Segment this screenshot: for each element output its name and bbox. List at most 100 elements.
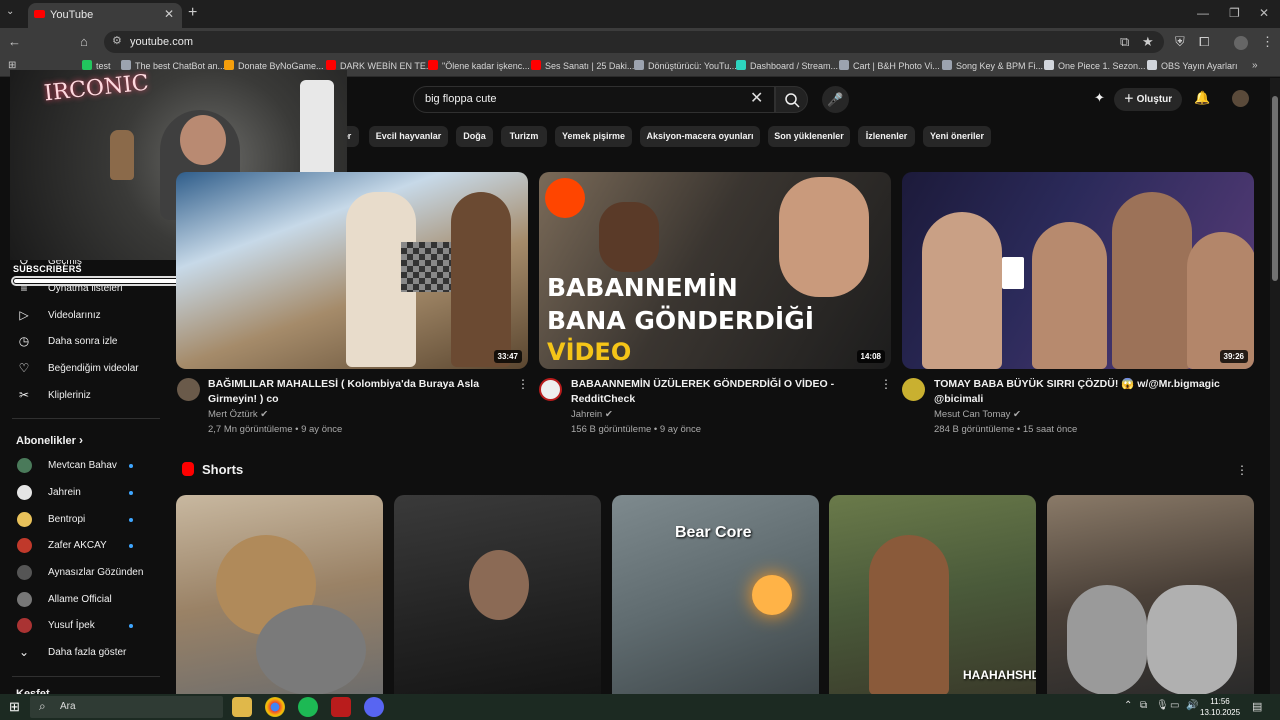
sidebar-item-clips[interactable]: ✂ Klipleriniz: [10, 384, 160, 408]
sidebar-item-liked-videos[interactable]: ♡ Beğendiğim videolar: [10, 357, 160, 381]
bookmark[interactable]: "Ölene kadar işkenc...: [428, 60, 530, 71]
bookmark[interactable]: Cart | B&H Photo Vi...: [839, 60, 940, 71]
more-actions-icon[interactable]: ⋮: [880, 377, 892, 391]
subscription-item[interactable]: Jahrein: [10, 481, 160, 505]
subscription-item[interactable]: Aynasızlar Gözünden: [10, 561, 160, 585]
chip-new-to-you[interactable]: Yeni öneriler: [923, 126, 991, 147]
video-thumbnail[interactable]: BABANNEMİN BANA GÖNDERDİĞİ VİDEO 14:08: [539, 172, 891, 369]
search-input[interactable]: big floppa cute: [413, 86, 775, 113]
home-icon[interactable]: ⌂: [80, 34, 88, 49]
bookmark[interactable]: Song Key & BPM Fi...: [942, 60, 1043, 71]
tab-close-icon[interactable]: ✕: [164, 7, 174, 21]
taskbar-search[interactable]: ⌕ Ara: [30, 696, 223, 718]
bookmark[interactable]: Dönüştürücü: YouTu...: [634, 60, 737, 71]
channel-avatar[interactable]: [177, 378, 200, 401]
tab-search-icon[interactable]: ⌄: [6, 6, 14, 17]
recording-app-icon[interactable]: [331, 697, 351, 717]
channel-avatar[interactable]: [902, 378, 925, 401]
chip-action-adventure[interactable]: Aksiyon-macera oyunları: [640, 126, 760, 147]
subscription-item[interactable]: Bentropi: [10, 508, 160, 532]
reddit-logo-icon: [545, 178, 585, 218]
bookmark-star-icon[interactable]: ★: [1142, 34, 1154, 50]
notifications-bell-icon[interactable]: 🔔: [1194, 90, 1210, 106]
streamer-face: [180, 115, 226, 165]
bookmark[interactable]: Dashboard / Stream...: [736, 60, 838, 71]
spotify-icon[interactable]: [298, 697, 318, 717]
extensions-icon[interactable]: ⧠: [1199, 34, 1209, 50]
show-more-button[interactable]: ⌄ Daha fazla göster: [10, 641, 160, 665]
short-thumbnail[interactable]: HAAHAHSHDHDHDH: [829, 495, 1036, 695]
volume-icon[interactable]: 🔊: [1186, 700, 1198, 711]
subscription-label: Jahrein: [48, 487, 81, 498]
browser-menu-icon[interactable]: ⋮: [1261, 34, 1274, 50]
tray-app-icon[interactable]: ⧉: [1140, 700, 1147, 711]
channel-avatar: [17, 592, 32, 607]
shorts-heading: Shorts: [182, 462, 243, 477]
new-tab-icon[interactable]: +: [188, 4, 197, 22]
video-title[interactable]: BAĞIMLILAR MAHALLESİ ( Kolombiya'da Bura…: [208, 377, 518, 407]
system-clock[interactable]: 11:56 13.10.2025: [1200, 696, 1240, 718]
chip-watched[interactable]: İzlenenler: [858, 126, 915, 147]
tab-youtube[interactable]: YouTube ✕: [28, 3, 182, 28]
notification-center-icon[interactable]: ▤: [1252, 700, 1262, 713]
bookmark[interactable]: One Piece 1. Sezon...: [1044, 60, 1146, 71]
sidebar-item-your-videos[interactable]: ▷ Videolarınız: [10, 304, 160, 328]
subscription-item[interactable]: Mevtcan Bahav: [10, 454, 160, 478]
shorts-more-icon[interactable]: ⋮: [1236, 463, 1248, 477]
close-window-icon[interactable]: ✕: [1259, 6, 1269, 20]
bookmark-favicon-icon: [839, 60, 849, 70]
video-thumbnail[interactable]: 33:47: [176, 172, 528, 369]
sidebar-item-watch-later[interactable]: ◷ Daha sonra izle: [10, 330, 160, 354]
back-icon[interactable]: ←: [8, 34, 21, 49]
chip-pets[interactable]: Evcil hayvanlar: [369, 126, 448, 147]
sidebar-divider: [12, 676, 160, 677]
scrollbar-thumb[interactable]: [1272, 96, 1278, 281]
chip-cooking[interactable]: Yemek pişirme: [555, 126, 632, 147]
chip-nature[interactable]: Doğa: [456, 126, 493, 147]
file-explorer-icon[interactable]: [232, 697, 252, 717]
chip-recently-uploaded[interactable]: Son yüklenenler: [768, 126, 850, 147]
voice-search-button[interactable]: 🎤: [822, 86, 849, 113]
clear-search-icon[interactable]: ✕: [750, 88, 763, 108]
short-thumbnail[interactable]: [1047, 495, 1254, 695]
chrome-icon[interactable]: [265, 697, 285, 717]
channel-name[interactable]: Mesut Can Tomay ✔: [934, 409, 1021, 420]
system-tray-chevron-icon[interactable]: ⌃: [1124, 700, 1132, 711]
gemini-icon[interactable]: ✦: [1094, 90, 1105, 106]
short-thumbnail[interactable]: Bear Core: [612, 495, 819, 695]
search-button[interactable]: [775, 86, 808, 113]
more-bookmarks-icon[interactable]: »: [1252, 60, 1258, 71]
shield-icon[interactable]: ⛨: [1175, 34, 1185, 50]
microphone-tray-icon[interactable]: 🎙: [1156, 700, 1169, 711]
chip-tourism[interactable]: Turizm: [501, 126, 547, 147]
restore-icon[interactable]: ❐: [1229, 6, 1240, 20]
channel-name[interactable]: Mert Öztürk ✔: [208, 409, 268, 420]
network-icon[interactable]: ▭: [1170, 700, 1179, 711]
video-title[interactable]: TOMAY BABA BÜYÜK SIRRI ÇÖZDÜ! 😱 w/@Mr.bi…: [934, 377, 1244, 407]
subscription-item[interactable]: Zafer AKCAY: [10, 534, 160, 558]
video-title[interactable]: BABAANNEMİN ÜZÜLEREK GÖNDERDİĞİ O VİDEO …: [571, 377, 881, 407]
discord-icon[interactable]: [364, 697, 384, 717]
address-bar[interactable]: ⚙ youtube.com: [104, 31, 1164, 53]
subscription-label: Zafer AKCAY: [48, 540, 107, 551]
short-thumbnail[interactable]: [394, 495, 601, 695]
bookmark[interactable]: Ses Sanatı | 25 Daki...: [531, 60, 634, 71]
page-scrollbar[interactable]: [1270, 78, 1280, 694]
scissors-icon: ✂: [18, 388, 30, 402]
more-actions-icon[interactable]: ⋮: [517, 377, 529, 391]
windows-start-icon[interactable]: ⊞: [9, 699, 20, 715]
bookmark[interactable]: OBS Yayın Ayarları: [1147, 60, 1238, 71]
video-thumbnail[interactable]: 39:26: [902, 172, 1254, 369]
site-info-icon[interactable]: ⚙: [112, 34, 122, 47]
account-avatar[interactable]: [1232, 90, 1249, 107]
subscription-item[interactable]: Yusuf İpek: [10, 614, 160, 638]
minimize-icon[interactable]: —: [1197, 6, 1209, 20]
channel-avatar[interactable]: [539, 378, 562, 401]
subscription-item[interactable]: Allame Official: [10, 588, 160, 612]
subscriptions-heading[interactable]: Abonelikler ›: [16, 433, 83, 447]
channel-name[interactable]: Jahrein ✔: [571, 409, 613, 420]
cast-icon[interactable]: ⧉: [1120, 34, 1129, 50]
create-button[interactable]: ＋ Oluştur: [1114, 88, 1182, 111]
profile-avatar[interactable]: [1234, 36, 1248, 50]
short-thumbnail[interactable]: [176, 495, 383, 695]
